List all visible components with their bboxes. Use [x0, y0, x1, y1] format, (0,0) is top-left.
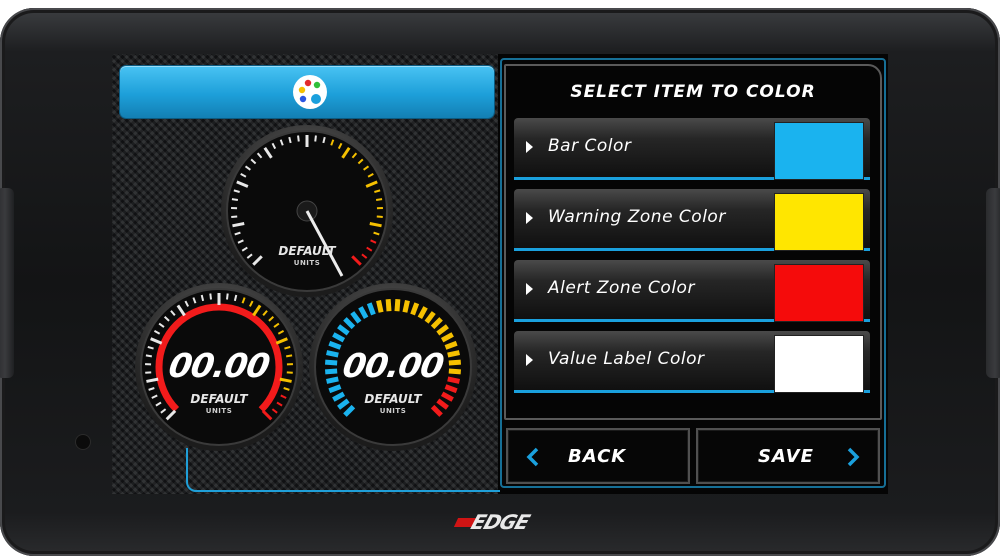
gauge-right-value: 00.00	[339, 346, 447, 385]
gauge-left-label: DEFAULT	[190, 392, 248, 406]
item-label: Warning Zone Color	[548, 207, 726, 227]
touch-screen: DEFAULT UNITS 00.00 DEFAULT UNITS 00.00 …	[112, 54, 888, 494]
panel-title: SELECT ITEM TO COLOR	[570, 82, 816, 102]
caret-right-icon	[526, 141, 533, 153]
gauge-left-unit: UNITS	[205, 407, 233, 415]
item-label: Bar Color	[548, 136, 632, 156]
item-label: Value Label Color	[548, 349, 705, 369]
back-button[interactable]: BACK	[506, 428, 690, 484]
gauge-left[interactable]: 00.00 DEFAULT UNITS	[134, 282, 304, 452]
color-swatch[interactable]	[774, 264, 864, 322]
right-grip	[986, 188, 1000, 378]
item-alert-zone-color[interactable]: Alert Zone Color	[514, 260, 870, 322]
color-swatch[interactable]	[774, 193, 864, 251]
item-value-label-color[interactable]: Value Label Color	[514, 331, 870, 393]
gauge-left-value: 00.00	[165, 346, 273, 385]
color-select-panel: SELECT ITEM TO COLOR Bar Color Warning Z…	[504, 64, 882, 420]
color-swatch[interactable]	[774, 335, 864, 393]
item-bar-color[interactable]: Bar Color	[514, 118, 870, 180]
item-label: Alert Zone Color	[548, 278, 695, 298]
save-label: SAVE	[758, 446, 814, 467]
brand-logo: EDGE	[453, 510, 546, 534]
gauge-top-unit: UNITS	[293, 259, 321, 267]
caret-right-icon	[526, 283, 533, 295]
save-button[interactable]: SAVE	[696, 428, 880, 484]
back-label: BACK	[568, 446, 627, 467]
chevron-left-icon	[526, 447, 539, 467]
caret-right-icon	[526, 212, 533, 224]
ambient-light-sensor	[76, 435, 90, 449]
caret-right-icon	[526, 354, 533, 366]
gauge-top-label: DEFAULT	[278, 244, 336, 258]
gauge-right-unit: UNITS	[379, 407, 407, 415]
left-grip	[0, 188, 14, 378]
logo-text: EDGE	[468, 510, 533, 534]
gauge-frame	[186, 448, 500, 492]
header-bar	[120, 66, 494, 118]
palette-icon	[293, 75, 327, 109]
color-swatch[interactable]	[774, 122, 864, 180]
gauge-top[interactable]: DEFAULT UNITS	[220, 124, 394, 298]
gauge-right[interactable]: 00.00 DEFAULT UNITS	[308, 282, 478, 452]
item-warning-zone-color[interactable]: Warning Zone Color	[514, 189, 870, 251]
gauge-right-label: DEFAULT	[364, 392, 422, 406]
gauge-top-dial	[221, 125, 393, 297]
chevron-right-icon	[847, 447, 860, 467]
